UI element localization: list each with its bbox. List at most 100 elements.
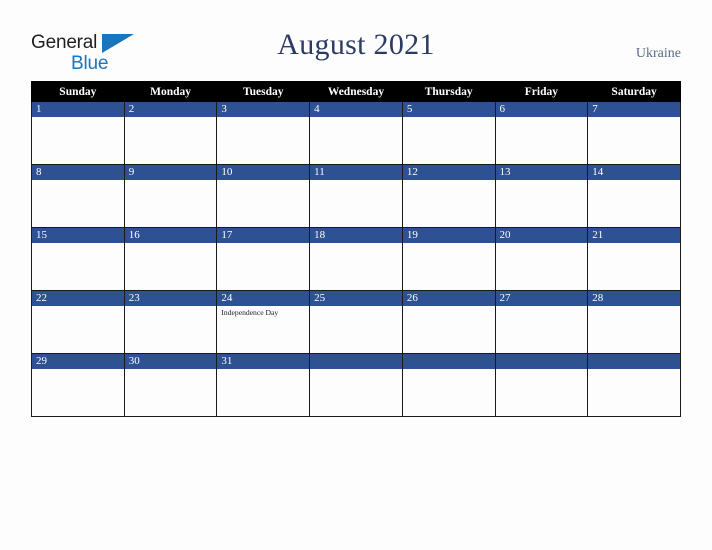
calendar-day-cell[interactable]: 15 [31,227,125,291]
day-cell-content: 28 [588,291,680,353]
day-number [310,354,402,369]
day-cell-content: 8 [32,165,124,227]
day-cell-content: 3 [217,102,310,164]
calendar-day-cell[interactable]: 12 [401,164,496,228]
calendar-day-cell[interactable]: 13 [494,164,589,228]
weekday-header-wednesday: Wednesday [309,81,403,102]
day-number: 9 [124,165,217,180]
day-cell-content: 2 [124,102,217,164]
day-number: 14 [588,165,680,180]
calendar-day-cell[interactable]: 29 [31,353,125,417]
calendar-day-cell[interactable]: 7 [587,101,681,165]
calendar-day-cell[interactable]: 31 [216,353,311,417]
calendar-day-cell[interactable]: 28 [587,290,681,354]
weekday-header-friday: Friday [494,81,589,102]
calendar-week-row: 8 9 10 11 12 13 14 [31,164,681,228]
day-cell-content [495,354,588,416]
calendar-day-cell[interactable]: 24 Independence Day [216,290,311,354]
day-cell-content: 14 [588,165,680,227]
day-cell-content: 24 Independence Day [217,291,310,353]
calendar-day-cell[interactable]: 14 [587,164,681,228]
calendar-day-cell[interactable] [309,353,403,417]
country-label: Ukraine [635,46,681,61]
day-number [495,354,588,369]
day-cell-content: 22 [32,291,124,353]
calendar-day-cell[interactable]: 18 [309,227,403,291]
calendar-day-cell[interactable]: 6 [494,101,589,165]
day-cell-content [310,354,402,416]
day-number: 20 [495,228,588,243]
day-number: 13 [495,165,588,180]
calendar-day-cell[interactable]: 16 [123,227,218,291]
calendar-day-cell[interactable] [587,353,681,417]
day-cell-content: 12 [402,165,495,227]
day-number: 4 [310,102,402,117]
weekday-header-tuesday: Tuesday [216,81,311,102]
day-cell-content: 23 [124,291,217,353]
calendar-day-cell[interactable]: 26 [401,290,496,354]
calendar-day-cell[interactable]: 30 [123,353,218,417]
calendar-day-cell[interactable]: 25 [309,290,403,354]
day-cell-content: 10 [217,165,310,227]
calendar-day-cell[interactable]: 8 [31,164,125,228]
day-number: 21 [588,228,680,243]
day-number: 23 [124,291,217,306]
calendar-day-cell[interactable]: 5 [401,101,496,165]
calendar-day-cell[interactable]: 21 [587,227,681,291]
day-number: 2 [124,102,217,117]
day-cell-content: 21 [588,228,680,290]
calendar-day-cell[interactable]: 11 [309,164,403,228]
day-cell-content: 26 [402,291,495,353]
weekday-header-monday: Monday [123,81,218,102]
calendar-day-cell[interactable] [401,353,496,417]
calendar-week-row: 15 16 17 18 19 20 21 [31,227,681,291]
day-cell-content: 5 [402,102,495,164]
day-number: 7 [588,102,680,117]
day-cell-content [402,354,495,416]
calendar-day-cell[interactable]: 27 [494,290,589,354]
calendar-day-cell[interactable]: 20 [494,227,589,291]
day-number: 27 [495,291,588,306]
day-number: 26 [402,291,495,306]
day-cell-content: 16 [124,228,217,290]
day-cell-content: 31 [217,354,310,416]
day-number: 6 [495,102,588,117]
calendar-day-cell[interactable]: 2 [123,101,218,165]
calendar-day-cell[interactable]: 22 [31,290,125,354]
day-cell-content: 19 [402,228,495,290]
page-title: August 2021 [277,28,435,61]
calendar-day-cell[interactable] [494,353,589,417]
weekday-header-sunday: Sunday [31,81,125,102]
calendar-day-cell[interactable]: 23 [123,290,218,354]
day-cell-content: 29 [32,354,124,416]
holiday-label: Independence Day [221,308,279,317]
day-number: 5 [402,102,495,117]
day-number: 18 [310,228,402,243]
calendar-day-cell[interactable]: 4 [309,101,403,165]
calendar-day-cell[interactable]: 3 [216,101,311,165]
day-number: 15 [32,228,124,243]
calendar-day-cell[interactable]: 19 [401,227,496,291]
calendar-day-cell[interactable]: 17 [216,227,311,291]
day-event-list: Independence Day [217,306,309,317]
day-number: 25 [310,291,402,306]
day-cell-content: 11 [310,165,402,227]
day-number: 30 [124,354,217,369]
day-number: 31 [217,354,310,369]
day-number [402,354,495,369]
day-cell-content: 17 [217,228,310,290]
day-number: 24 [217,291,310,306]
calendar-day-cell[interactable]: 9 [123,164,218,228]
day-number: 17 [217,228,310,243]
day-number: 11 [310,165,402,180]
day-cell-content: 30 [124,354,217,416]
day-number: 10 [217,165,310,180]
day-cell-content: 4 [310,102,402,164]
day-number: 29 [32,354,124,369]
calendar-day-cell[interactable]: 1 [31,101,125,165]
day-number: 28 [588,291,680,306]
day-cell-content: 9 [124,165,217,227]
calendar-day-cell[interactable]: 10 [216,164,311,228]
page-header: General Blue August 2021 Ukraine [0,0,712,80]
day-number: 22 [32,291,124,306]
